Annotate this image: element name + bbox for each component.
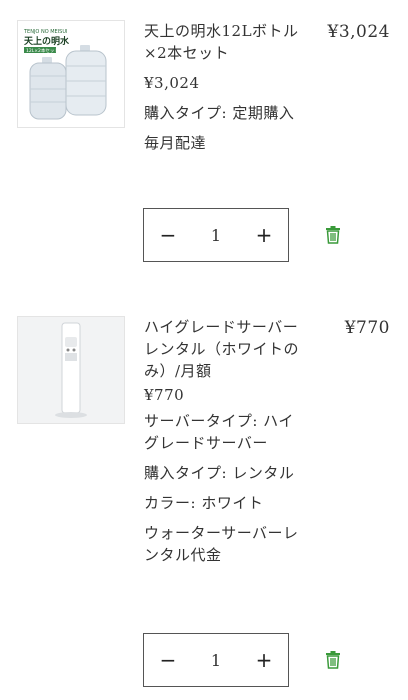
product-title[interactable]: ハイグレードサーバーレンタル（ホワイトのみ）/月額 (144, 316, 304, 382)
trash-icon[interactable] (325, 226, 341, 244)
decrease-quantity-button[interactable]: − (144, 209, 192, 261)
increase-quantity-button[interactable]: + (240, 634, 288, 686)
product-purchase-type: 購入タイプ: レンタル (144, 464, 295, 482)
image-brand-text: TENJO NO MEISUI (23, 29, 67, 35)
product-unit-price: ¥3,024 (144, 74, 200, 92)
product-title[interactable]: 天上の明水12Lボトル×2本セット (144, 20, 304, 64)
product-image-water-server[interactable] (17, 316, 125, 424)
line-total: ¥770 (344, 318, 390, 338)
product-delivery: 毎月配達 (144, 134, 207, 152)
decrease-quantity-button[interactable]: − (144, 634, 192, 686)
product-image-water-bottles[interactable]: TENJO NO MEISUI 天上の明水 12L×2本セット (17, 20, 125, 128)
product-color: カラー: ホワイト (144, 494, 264, 512)
product-server-type: サーバータイプ: ハイグレードサーバー (144, 412, 294, 452)
increase-quantity-button[interactable]: + (240, 209, 288, 261)
product-note: ウォーターサーバーレンタル代金 (144, 524, 299, 564)
line-total: ¥3,024 (327, 22, 390, 42)
quantity-value[interactable]: 1 (192, 651, 240, 670)
trash-icon[interactable] (325, 651, 341, 669)
image-sub-text: 12L×2本セット (26, 47, 59, 54)
quantity-stepper: − 1 + (143, 633, 289, 687)
image-title-text: 天上の明水 (24, 35, 70, 47)
product-purchase-type: 購入タイプ: 定期購入 (144, 104, 295, 122)
quantity-stepper: − 1 + (143, 208, 289, 262)
quantity-value[interactable]: 1 (192, 226, 240, 245)
product-unit-price: ¥770 (144, 386, 185, 404)
